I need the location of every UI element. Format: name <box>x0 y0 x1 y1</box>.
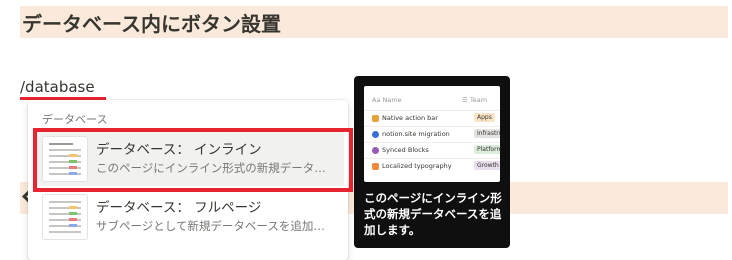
page-heading: データベース内にボタン設置 <box>22 12 281 36</box>
typography-icon <box>372 163 379 170</box>
highlight-annotation <box>33 128 353 192</box>
pencil-icon <box>372 115 379 122</box>
preview-team-tag: Apps <box>474 113 495 122</box>
menu-item-fullpage-database[interactable]: データベース： フルページ サブページとして新規データベースを追加… <box>34 188 344 244</box>
tooltip-description: このページにインライン形式の新規データベースを追加します。 <box>364 191 502 237</box>
table-thumbnail-icon <box>42 194 88 240</box>
menu-section-label: データベース <box>42 113 108 126</box>
preview-team-tag: Platform <box>474 145 500 154</box>
preview-row-name: notion.site migration <box>382 130 450 138</box>
preview-row: notion.site migration Infrastruct <box>364 126 500 143</box>
preview-team-tag: Growth <box>474 161 500 170</box>
preview-team-tag: Infrastruct <box>474 129 500 138</box>
slash-command-input[interactable]: /database <box>20 78 95 96</box>
preview-column-team: ☰ Team <box>462 96 488 104</box>
preview-row: Native action bar Apps <box>364 110 500 127</box>
globe-icon <box>372 131 379 138</box>
database-preview-image: Aa Name ☰ Team Native action bar Apps no… <box>364 86 500 182</box>
preview-row: Synced Blocks Platform <box>364 142 500 159</box>
menu-item-description: サブページとして新規データベースを追加… <box>96 219 325 233</box>
menu-item-title: データベース： フルページ <box>96 200 262 216</box>
preview-row-name: Native action bar <box>382 114 438 122</box>
preview-column-name: Aa Name <box>372 96 402 104</box>
sync-icon <box>372 147 379 154</box>
preview-row-name: Localized typography <box>382 162 452 170</box>
preview-row-name: Synced Blocks <box>382 146 429 154</box>
item-preview-tooltip: Aa Name ☰ Team Native action bar Apps no… <box>354 76 510 248</box>
preview-row: Localized typography Growth <box>364 158 500 175</box>
